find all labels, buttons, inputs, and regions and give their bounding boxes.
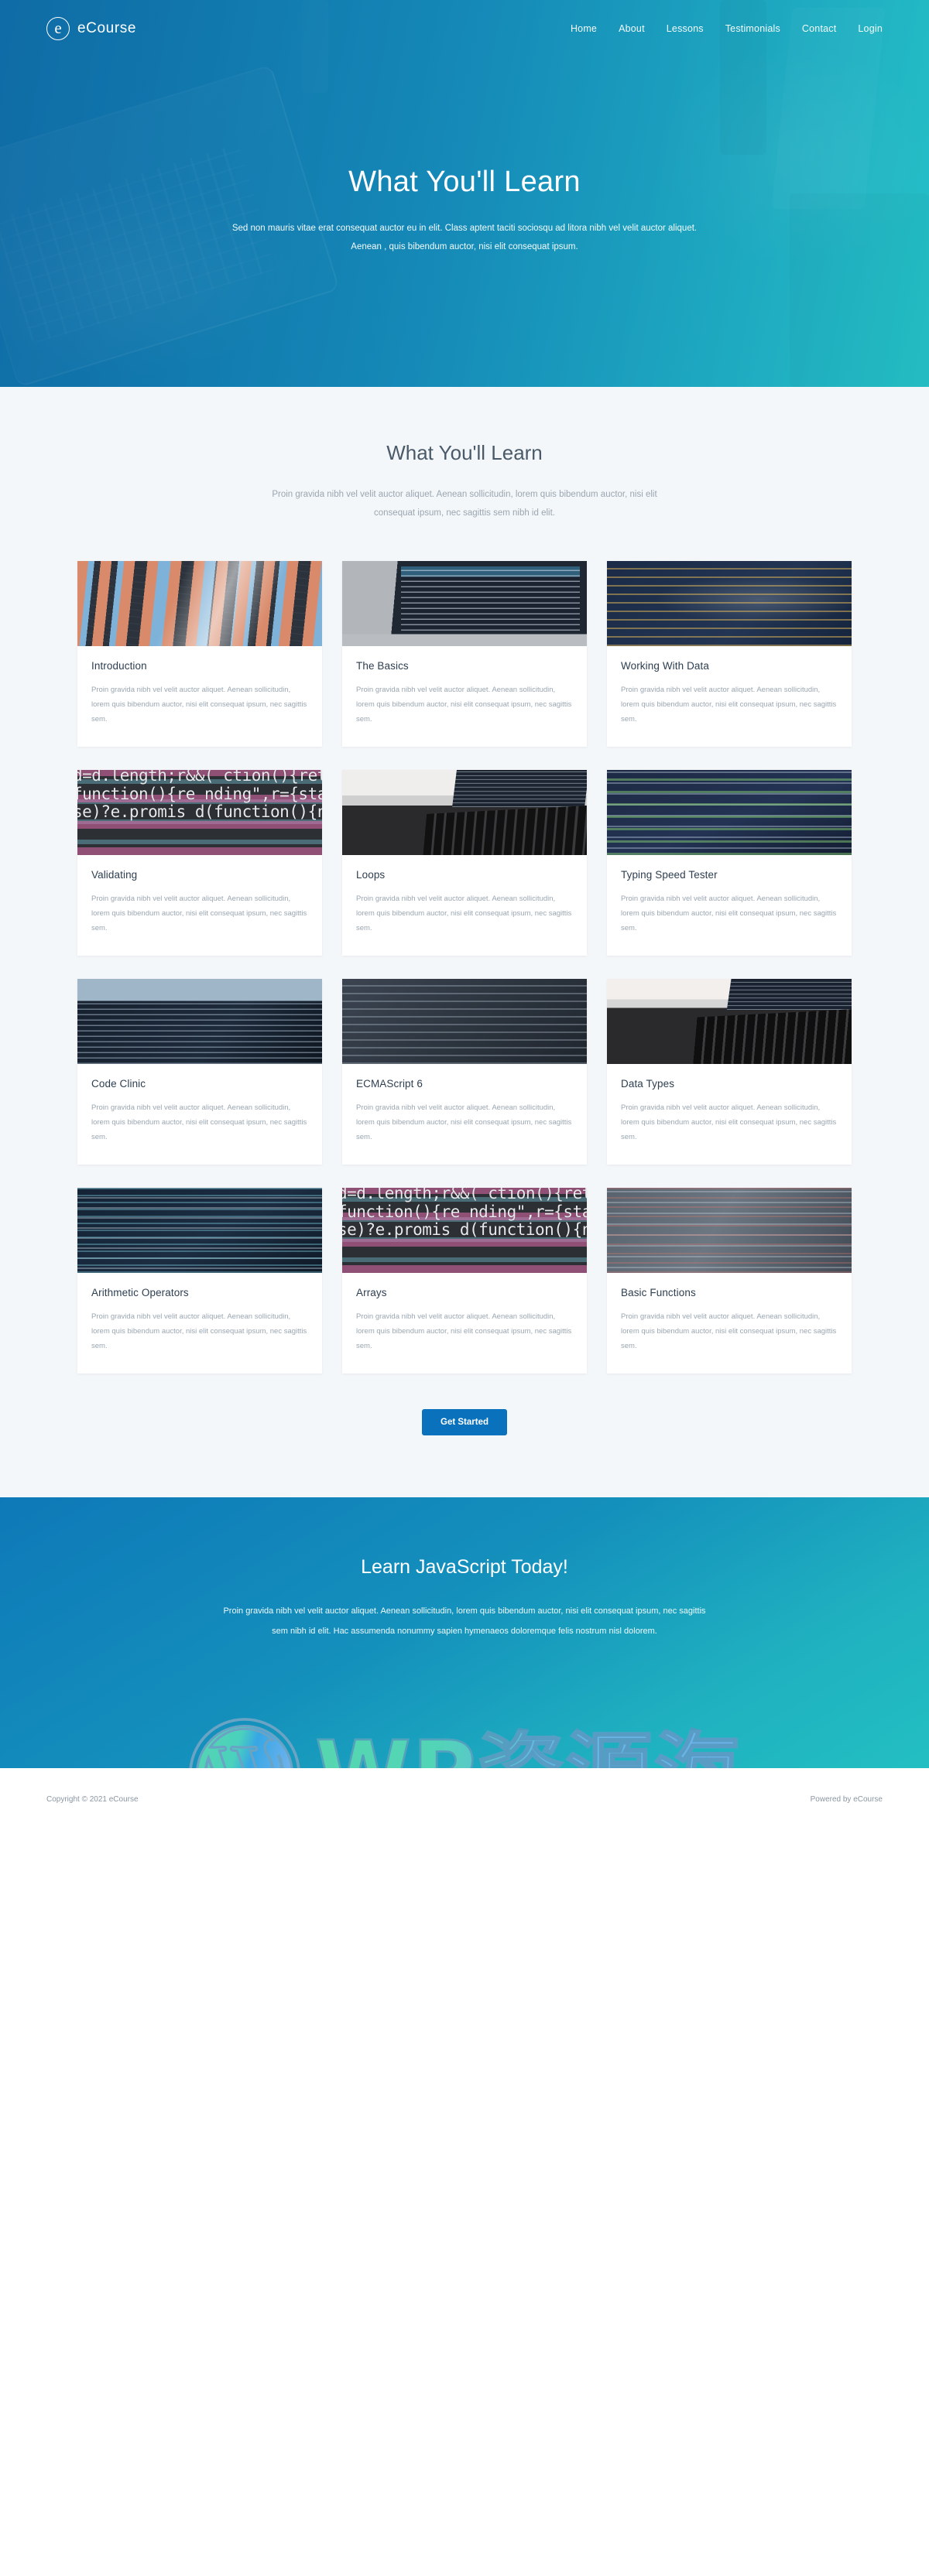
lesson-card-body: Arrays Proin gravida nibh vel velit auct… [342,1273,587,1374]
nav-link-about[interactable]: About [619,23,645,34]
lesson-card-image [342,561,587,647]
nav-link-contact[interactable]: Contact [802,23,836,34]
hero-subtitle: Sed non mauris vitae erat consequat auct… [201,219,728,256]
lesson-card-body: Loops Proin gravida nibh vel velit aucto… [342,855,587,956]
main-navigation: eCourse Home About Lessons Testimonials … [0,0,929,57]
brand-logo[interactable]: eCourse [46,17,136,40]
lesson-card[interactable]: Typing Speed Tester Proin gravida nibh v… [607,770,852,956]
lesson-card-body: Typing Speed Tester Proin gravida nibh v… [607,855,852,956]
cta-title: Learn JavaScript Today! [361,1556,568,1579]
lesson-card-title: Typing Speed Tester [621,869,718,881]
lesson-card-text: Proin gravida nibh vel velit auctor aliq… [356,1103,572,1142]
hero-section: eCourse Home About Lessons Testimonials … [0,0,929,387]
lesson-card-text: Proin gravida nibh vel velit auctor aliq… [356,895,572,933]
lesson-card[interactable]: Loops Proin gravida nibh vel velit aucto… [342,770,587,956]
hero-subtitle-line-1: Sed non mauris vitae erat consequat auct… [231,224,698,233]
brand-name: eCourse [77,20,137,36]
lesson-card[interactable]: Data Types Proin gravida nibh vel velit … [607,979,852,1165]
lesson-card-body: Working With Data Proin gravida nibh vel… [607,646,852,747]
lesson-card[interactable]: Arithmetic Operators Proin gravida nibh … [77,1188,322,1374]
lesson-card-body: Introduction Proin gravida nibh vel veli… [77,646,322,747]
lesson-card-text: Proin gravida nibh vel velit auctor aliq… [91,1312,307,1351]
lesson-card-image [77,1188,322,1274]
lesson-card-image [77,770,322,856]
lesson-card-text: Proin gravida nibh vel velit auctor aliq… [91,1103,307,1142]
lesson-card[interactable]: Code Clinic Proin gravida nibh vel velit… [77,979,322,1165]
get-started-button[interactable]: Get Started [422,1409,507,1436]
cta-text: Proin gravida nibh vel velit auctor aliq… [223,1606,706,1636]
site-footer: Copyright © 2021 eCourse Powered by eCou… [0,1768,929,1831]
lesson-card-text: Proin gravida nibh vel velit auctor aliq… [621,1103,837,1142]
watermark-text: WP资源海 [314,1729,742,1768]
lesson-card-body: Arithmetic Operators Proin gravida nibh … [77,1273,322,1374]
lesson-card-title: Arithmetic Operators [91,1287,189,1299]
cta-section: Learn JavaScript Today! Proin gravida ni… [0,1497,929,1769]
lesson-card-image [77,979,322,1065]
cta-content: Learn JavaScript Today! Proin gravida ni… [0,1497,929,1641]
lesson-card-title: Code Clinic [91,1078,146,1090]
lesson-card[interactable]: Validating Proin gravida nibh vel velit … [77,770,322,956]
lesson-card-text: Proin gravida nibh vel velit auctor aliq… [91,686,307,724]
lesson-card-body: Validating Proin gravida nibh vel velit … [77,855,322,956]
nav-link-login[interactable]: Login [858,23,883,34]
lesson-card-text: Proin gravida nibh vel velit auctor aliq… [91,895,307,933]
hero-title: What You'll Learn [348,166,581,198]
lesson-card-title: Introduction [91,660,147,672]
lesson-card-image [77,561,322,647]
lesson-card-title: The Basics [356,660,409,672]
lesson-card-text: Proin gravida nibh vel velit auctor aliq… [621,686,837,724]
lesson-card-body: Basic Functions Proin gravida nibh vel v… [607,1273,852,1374]
section-title: What You'll Learn [386,441,543,464]
lesson-card-image [607,770,852,856]
lesson-card[interactable]: Basic Functions Proin gravida nibh vel v… [607,1188,852,1374]
logo-e-icon [46,17,70,40]
lesson-card[interactable]: Working With Data Proin gravida nibh vel… [607,561,852,747]
lesson-card-body: Data Types Proin gravida nibh vel velit … [607,1064,852,1165]
hero-subtitle-line-2: Aenean , quis bibendum auctor, nisi elit… [351,242,578,252]
lesson-card-text: Proin gravida nibh vel velit auctor aliq… [356,1312,572,1351]
lesson-card-image [342,979,587,1065]
lesson-card-title: Loops [356,869,386,881]
lesson-card-title: Working With Data [621,660,709,672]
lesson-card-title: Validating [91,869,138,881]
nav-links: Home About Lessons Testimonials Contact … [571,23,883,34]
lesson-card-title: Data Types [621,1078,675,1090]
nav-link-home[interactable]: Home [571,23,597,34]
hero-content: What You'll Learn Sed non mauris vitae e… [0,57,929,256]
lesson-card-title: Basic Functions [621,1287,696,1299]
lesson-card[interactable]: The Basics Proin gravida nibh vel velit … [342,561,587,747]
lessons-section: What You'll Learn Proin gravida nibh vel… [0,387,929,1498]
nav-link-lessons[interactable]: Lessons [667,23,704,34]
lesson-card-image [342,1188,587,1274]
lesson-card-title: ECMAScript 6 [356,1078,423,1090]
lesson-card[interactable]: Introduction Proin gravida nibh vel veli… [77,561,322,747]
lesson-card-image [607,979,852,1065]
get-started-wrapper: Get Started [0,1409,929,1436]
lesson-card-body: The Basics Proin gravida nibh vel velit … [342,646,587,747]
lesson-card-text: Proin gravida nibh vel velit auctor aliq… [621,1312,837,1351]
nav-link-testimonials[interactable]: Testimonials [725,23,780,34]
lesson-card-image [342,770,587,856]
section-header: What You'll Learn Proin gravida nibh vel… [0,441,929,522]
lesson-card-image [607,1188,852,1274]
lesson-card[interactable]: Arrays Proin gravida nibh vel velit auct… [342,1188,587,1374]
lesson-card-grid: Introduction Proin gravida nibh vel veli… [77,561,852,1374]
wordpress-logo-icon [189,1718,300,1769]
lesson-card-text: Proin gravida nibh vel velit auctor aliq… [621,895,837,933]
section-subtitle: Proin gravida nibh vel velit auctor aliq… [272,490,657,518]
lesson-card-title: Arrays [356,1287,387,1299]
lesson-card-body: Code Clinic Proin gravida nibh vel velit… [77,1064,322,1165]
footer-copyright: Copyright © 2021 eCourse [46,1794,139,1804]
lesson-card-text: Proin gravida nibh vel velit auctor aliq… [356,686,572,724]
watermark-overlay: WP资源海 [0,1692,929,1769]
lesson-card-image [607,561,852,647]
lesson-card-body: ECMAScript 6 Proin gravida nibh vel veli… [342,1064,587,1165]
lesson-card[interactable]: ECMAScript 6 Proin gravida nibh vel veli… [342,979,587,1165]
footer-powered-by: Powered by eCourse [810,1794,883,1804]
